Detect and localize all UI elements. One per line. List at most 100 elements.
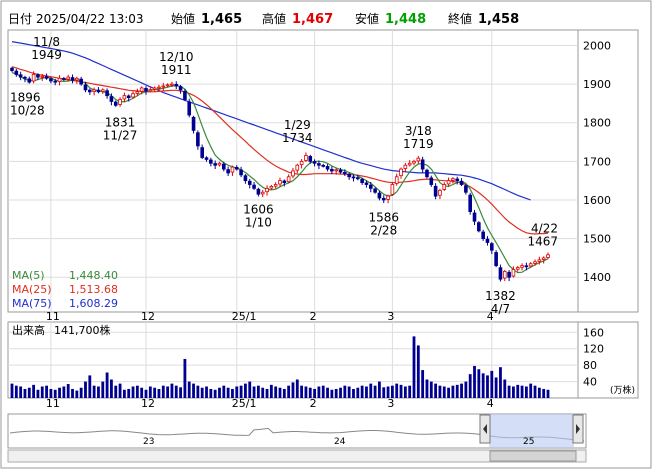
candle-body [511,269,516,277]
volume-bar [218,387,221,398]
volume-bar [490,370,494,398]
high-label: 高値 [262,11,286,26]
candle-body [425,169,429,178]
volume-tick-label: 120 [583,343,604,356]
volume-tick-label: 40 [583,376,597,389]
candle-body [468,194,472,212]
candle-body [317,163,321,166]
annotation-date: 11/8 [33,35,60,49]
annotation-date: 3/18 [405,124,432,138]
range-navigator[interactable]: 23 24 25 [7,413,587,463]
volume-bar [438,385,442,398]
candle-body [157,86,161,89]
candle-body [105,90,109,97]
candle-body [144,88,148,92]
volume-bar [97,386,100,398]
volume-bar [365,386,368,398]
candle-body [57,77,62,82]
volume-bar [429,381,433,398]
candle-body [455,178,460,182]
volume-bar [455,384,459,398]
volume-bar [369,383,373,398]
candle-body [390,184,395,195]
candle-body [515,267,520,270]
volume-bar [460,383,463,398]
volume-bar [373,385,377,398]
volume-bar [66,384,70,398]
volume-bar [464,381,468,398]
legend-ma25-value: 1,513.68 [69,283,118,296]
candle-body [338,169,343,173]
candle-body [541,257,546,260]
close-value: 1,458 [478,12,519,27]
annotation-value: 1911 [161,63,192,77]
candle-body [239,169,243,176]
navigator-scrollbar-thumb[interactable] [489,450,577,462]
annotation-value: 1606 [243,203,274,217]
volume-bar [84,381,87,398]
volume-bar [114,385,118,398]
candle-body [507,271,511,278]
volume-bar [520,385,524,398]
datetime: 2025/04/22 13:03 [36,12,144,26]
candle-body [96,89,101,93]
x-tick-label: 11 [46,310,60,323]
candle-body [524,265,529,268]
volume-bar [105,372,109,398]
low-value: 1,448 [385,12,426,27]
candle-body [299,160,304,166]
volume-bar [486,375,489,398]
navigator-left-handle[interactable] [479,414,491,444]
x-tick-label: 2 [310,310,317,323]
price-tick-label: 1900 [583,78,611,91]
volume-bar [179,387,182,398]
candle-body [273,184,278,187]
candle-body [528,263,533,267]
candle-body [66,76,70,80]
volume-bar [529,383,533,398]
candle-body [477,222,481,232]
volume-bar [477,369,481,398]
price-tick-label: 1400 [583,271,611,284]
volume-bar [248,381,252,398]
candle-body [537,259,542,262]
volume-bar [542,388,546,398]
volume-bar [382,387,386,398]
candle-body [433,185,438,197]
close-label: 終値 [448,11,472,26]
volume-bar [122,389,126,398]
volume-bar [110,379,113,398]
volume-bar [339,387,342,398]
candle-body [446,180,451,185]
volume-bar [408,385,412,398]
volume-bar [360,385,364,398]
navigator-label-25: 25 [523,437,534,447]
candle-body [234,167,239,170]
candle-body [403,164,408,169]
candle-body [243,175,248,182]
volume-bar [326,387,329,398]
volume-bar [395,383,399,398]
annotation-value: 1719 [403,137,434,151]
navigator-right-handle[interactable] [572,414,584,444]
volume-bar [537,387,541,398]
price-tick-label: 1800 [583,117,611,130]
candle-body [18,74,23,78]
candle-body [247,180,252,185]
candle-body [183,90,187,100]
candle-body [269,186,274,189]
volume-bar [282,388,286,398]
x-tick-label: 25/1 [232,397,257,410]
candle-body [464,185,468,193]
candle-body [412,160,416,164]
volume-bar [196,385,200,398]
candle-body [265,187,269,193]
volume-bar [226,387,230,398]
candle-body [44,76,49,79]
volume-bar [75,390,79,398]
volume-bar [222,385,226,398]
candle-body [278,180,282,185]
annotation-date: 12/10 [159,50,194,64]
candle-body [222,163,226,170]
legend-ma75-name: MA(75) [12,297,52,310]
